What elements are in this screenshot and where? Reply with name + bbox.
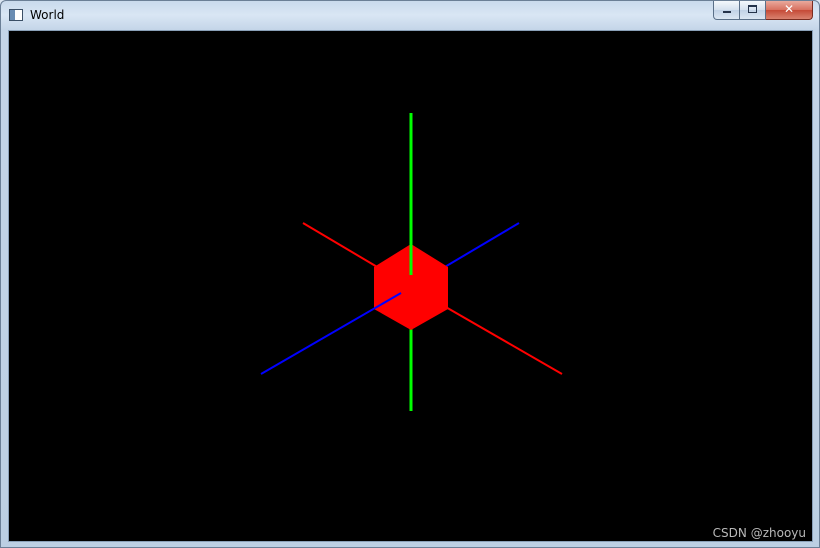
render-canvas[interactable]: CSDN @zhooyu [8,30,813,542]
watermark: CSDN @zhooyu [712,526,806,540]
maximize-icon [748,5,757,13]
title-bar[interactable]: World ✕ [1,1,819,30]
close-icon: ✕ [783,2,795,16]
minimize-button[interactable] [713,1,740,20]
scene-viewport[interactable] [9,31,812,541]
maximize-button[interactable] [740,1,766,20]
window-title: World [30,8,65,22]
caption-buttons: ✕ [713,1,813,20]
app-window: World ✕ CSDN @zhooyu [0,0,820,548]
minimize-icon [723,11,731,13]
window-app-icon[interactable] [9,9,23,21]
close-button[interactable]: ✕ [766,1,813,20]
